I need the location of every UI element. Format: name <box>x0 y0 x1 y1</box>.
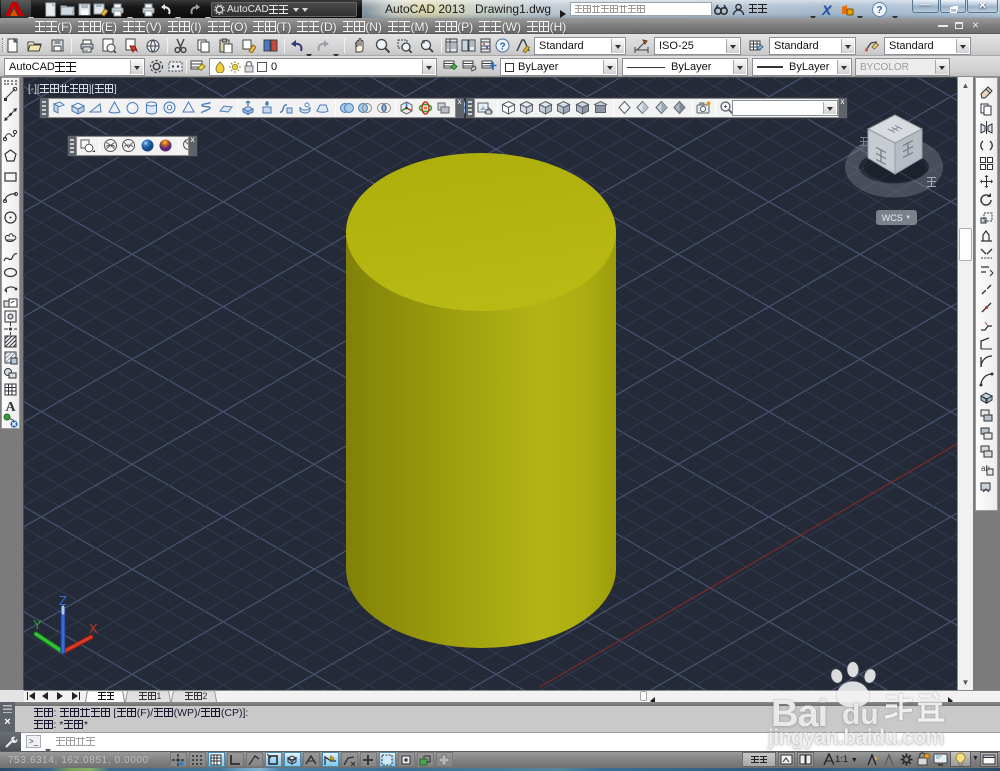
svg-text:Y: Y <box>33 617 42 632</box>
svg-text:?: ? <box>499 42 505 53</box>
svg-text:?: ? <box>876 5 882 16</box>
svg-text:A: A <box>5 400 16 413</box>
svg-text:X: X <box>89 621 98 636</box>
svg-text:Z: Z <box>59 593 67 608</box>
